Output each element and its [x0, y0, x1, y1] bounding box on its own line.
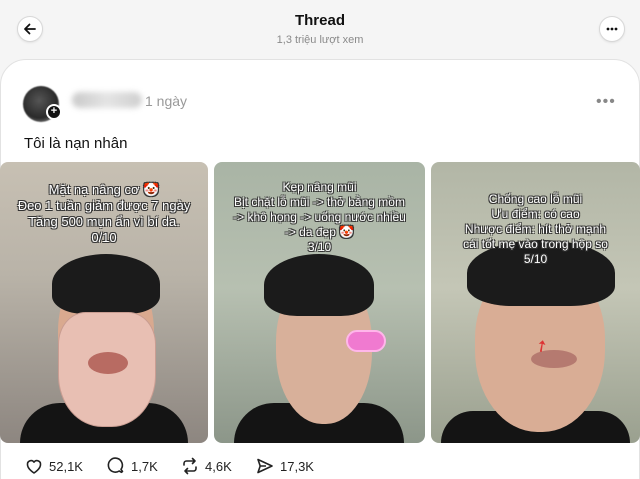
post-image-3[interactable]: ➚ Chống cao lỗ mũi Ưu điểm: có cao Nhược…: [431, 162, 640, 443]
heart-icon: [26, 459, 42, 474]
caption-line: Nhược điểm: hít thở mạnh: [464, 222, 607, 236]
comment-icon: [107, 457, 124, 474]
nose-clip: [346, 330, 386, 352]
send-icon: [257, 458, 273, 474]
caption-line: 0/10: [91, 230, 117, 245]
hair: [52, 254, 160, 314]
post-more-button[interactable]: •••: [596, 93, 616, 111]
share-button[interactable]: 17,3K: [255, 456, 314, 476]
top-bar: Thread 1,3 triệu lượt xem: [0, 0, 640, 58]
lips: [88, 352, 128, 374]
caption-line: Đeo 1 tuần giảm được 7 ngày: [17, 198, 191, 213]
caption-line: -> da đẹp 🤡: [284, 225, 355, 239]
post-image-2[interactable]: Kẹp nâng mũi Bịt chặt lỗ mũi -> thở bằng…: [214, 162, 425, 443]
caption-line: Chống cao lỗ mũi: [488, 192, 583, 206]
caption-line: -> khô họng -> uống nước nhiều: [233, 210, 406, 224]
post-image-1[interactable]: Mặt nạ nâng cơ 🤡 Đeo 1 tuần giảm được 7 …: [0, 162, 208, 443]
caption-line: cái tốt mẹ vào trong hộp sọ: [463, 237, 608, 251]
share-count: 17,3K: [280, 458, 314, 474]
more-options-button[interactable]: [599, 16, 625, 42]
post-actions: 52,1K 1,7K 4,6K 17,3K: [0, 456, 640, 478]
page-title: Thread: [294, 12, 345, 29]
like-button[interactable]: 52,1K: [24, 456, 83, 476]
like-count: 52,1K: [49, 458, 83, 474]
repost-count: 4,6K: [205, 458, 232, 474]
view-count: 1,3 triệu lượt xem: [276, 34, 364, 46]
ellipsis-icon: [606, 27, 618, 31]
caption-line: Mặt nạ nâng cơ 🤡: [48, 182, 160, 197]
caption-line: Ưu điểm: có cao: [491, 207, 580, 221]
image-caption-1: Mặt nạ nâng cơ 🤡 Đeo 1 tuần giảm được 7 …: [0, 182, 208, 246]
caption-line: 5/10: [523, 252, 548, 266]
username-blurred[interactable]: [72, 92, 142, 108]
caption-line: Bịt chặt lỗ mũi -> thở bằng mồm: [234, 195, 405, 209]
image-caption-3: Chống cao lỗ mũi Ưu điểm: có cao Nhược đ…: [431, 192, 640, 267]
caption-line: 3/10: [307, 240, 332, 254]
hair: [264, 254, 374, 316]
comment-count: 1,7K: [131, 458, 158, 474]
follow-plus-icon[interactable]: +: [46, 104, 62, 120]
post-text: Tôi là nạn nhân: [24, 135, 128, 152]
comment-button[interactable]: 1,7K: [106, 456, 158, 476]
caption-line: Kẹp nâng mũi: [282, 180, 357, 194]
caption-line: Tăng 500 mụn ẩn vì bí da.: [28, 214, 180, 229]
repost-button[interactable]: 4,6K: [180, 456, 232, 476]
repost-icon: [183, 457, 197, 475]
post-time: 1 ngày: [145, 93, 188, 109]
title-block: Thread 1,3 triệu lượt xem: [0, 12, 640, 46]
image-caption-2: Kẹp nâng mũi Bịt chặt lỗ mũi -> thở bằng…: [214, 180, 425, 255]
